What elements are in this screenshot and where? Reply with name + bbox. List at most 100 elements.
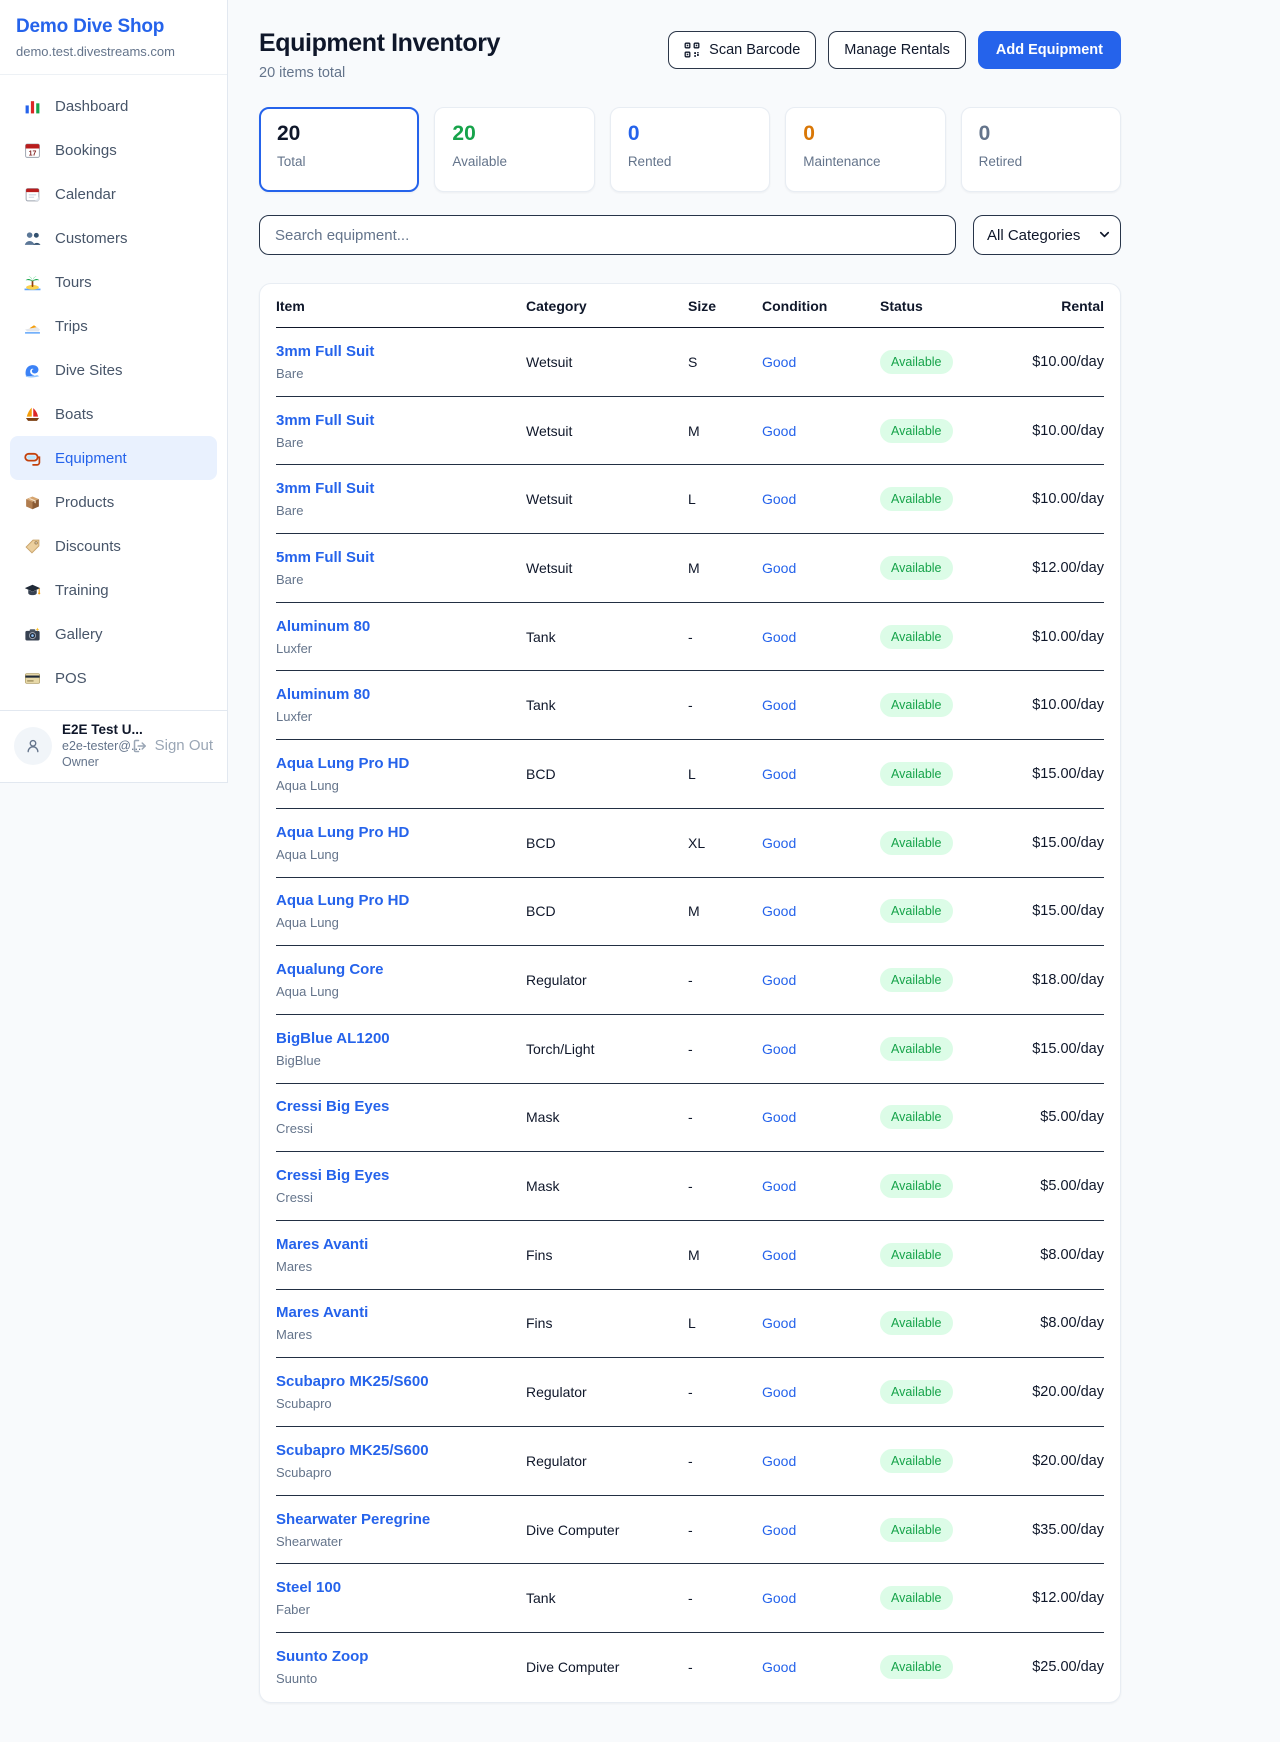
item-condition-link[interactable]: Good xyxy=(762,1315,880,1331)
user-email: e2e-tester@... xyxy=(62,739,122,753)
sidebar-item-bookings[interactable]: 17 Bookings xyxy=(10,128,217,172)
tearoff-calendar-icon xyxy=(22,184,42,204)
sidebar-item-products[interactable]: Products xyxy=(10,480,217,524)
item-condition-link[interactable]: Good xyxy=(762,560,880,576)
item-size: - xyxy=(688,1590,762,1606)
item-name-link[interactable]: Aluminum 80 xyxy=(276,686,370,703)
item-condition-link[interactable]: Good xyxy=(762,1247,880,1263)
sidebar-item-tours[interactable]: Tours xyxy=(10,260,217,304)
stat-label: Available xyxy=(452,154,576,169)
item-name-link[interactable]: Cressi Big Eyes xyxy=(276,1167,389,1184)
item-name-link[interactable]: BigBlue AL1200 xyxy=(276,1030,390,1047)
add-equipment-button[interactable]: Add Equipment xyxy=(978,31,1121,69)
item-name-link[interactable]: 5mm Full Suit xyxy=(276,549,374,566)
item-cell: Cressi Big Eyes Cressi xyxy=(276,1098,526,1136)
sign-out-button[interactable]: Sign Out xyxy=(132,737,213,754)
item-name-link[interactable]: Shearwater Peregrine xyxy=(276,1511,430,1528)
sidebar-item-training[interactable]: Training xyxy=(10,568,217,612)
people-icon xyxy=(22,228,42,248)
search-input[interactable] xyxy=(259,215,956,255)
status-badge: Available xyxy=(880,487,953,511)
item-condition-link[interactable]: Good xyxy=(762,972,880,988)
item-condition-link[interactable]: Good xyxy=(762,835,880,851)
sidebar-item-dashboard[interactable]: Dashboard xyxy=(10,84,217,128)
table-row: Aqua Lung Pro HD Aqua Lung BCD XL Good A… xyxy=(276,809,1104,878)
item-name-link[interactable]: Aluminum 80 xyxy=(276,618,370,635)
category-select[interactable]: All Categories xyxy=(973,215,1121,255)
table-row: Mares Avanti Mares Fins M Good Available… xyxy=(276,1221,1104,1290)
item-condition-link[interactable]: Good xyxy=(762,354,880,370)
status-cell: Available xyxy=(880,487,1025,511)
status-badge: Available xyxy=(880,1380,953,1404)
item-condition-link[interactable]: Good xyxy=(762,1384,880,1400)
stat-card-total[interactable]: 20 Total xyxy=(259,107,419,192)
item-condition-link[interactable]: Good xyxy=(762,1590,880,1606)
stat-card-available[interactable]: 20 Available xyxy=(434,107,594,192)
item-cell: Scubapro MK25/S600 Scubapro xyxy=(276,1373,526,1411)
item-cell: Mares Avanti Mares xyxy=(276,1304,526,1342)
sidebar-item-equipment[interactable]: Equipment xyxy=(10,436,217,480)
table-row: Cressi Big Eyes Cressi Mask - Good Avail… xyxy=(276,1152,1104,1221)
item-name-link[interactable]: 3mm Full Suit xyxy=(276,343,374,360)
item-condition-link[interactable]: Good xyxy=(762,1109,880,1125)
sidebar-item-dive-sites[interactable]: Dive Sites xyxy=(10,348,217,392)
item-condition-link[interactable]: Good xyxy=(762,697,880,713)
add-equipment-label: Add Equipment xyxy=(996,42,1103,58)
item-size: M xyxy=(688,903,762,919)
item-name-link[interactable]: Aqualung Core xyxy=(276,961,384,978)
item-condition-link[interactable]: Good xyxy=(762,1041,880,1057)
stat-card-rented[interactable]: 0 Rented xyxy=(610,107,770,192)
person-icon xyxy=(23,736,43,756)
item-name-link[interactable]: Scubapro MK25/S600 xyxy=(276,1442,429,1459)
sidebar-item-trips[interactable]: Trips xyxy=(10,304,217,348)
stat-card-maintenance[interactable]: 0 Maintenance xyxy=(785,107,945,192)
item-condition-link[interactable]: Good xyxy=(762,1522,880,1538)
item-condition-link[interactable]: Good xyxy=(762,903,880,919)
item-condition-link[interactable]: Good xyxy=(762,629,880,645)
manage-rentals-button[interactable]: Manage Rentals xyxy=(828,31,966,69)
item-cell: Aqualung Core Aqua Lung xyxy=(276,961,526,999)
sidebar-item-pos[interactable]: POS xyxy=(10,656,217,700)
sidebar-item-gallery[interactable]: Gallery xyxy=(10,612,217,656)
item-condition-link[interactable]: Good xyxy=(762,491,880,507)
item-name-link[interactable]: Mares Avanti xyxy=(276,1304,368,1321)
item-condition-link[interactable]: Good xyxy=(762,423,880,439)
item-name-link[interactable]: Aqua Lung Pro HD xyxy=(276,824,409,841)
stat-card-retired[interactable]: 0 Retired xyxy=(961,107,1121,192)
item-condition-link[interactable]: Good xyxy=(762,1453,880,1469)
credit-card-icon xyxy=(22,668,42,688)
stat-label: Maintenance xyxy=(803,154,927,169)
item-cell: Scubapro MK25/S600 Scubapro xyxy=(276,1442,526,1480)
scan-barcode-button[interactable]: Scan Barcode xyxy=(668,31,816,69)
item-name-link[interactable]: Suunto Zoop xyxy=(276,1648,368,1665)
status-badge: Available xyxy=(880,625,953,649)
sailboat-icon xyxy=(22,404,42,424)
package-icon xyxy=(22,492,42,512)
item-name-link[interactable]: 3mm Full Suit xyxy=(276,412,374,429)
item-size: - xyxy=(688,1178,762,1194)
status-cell: Available xyxy=(880,1449,1025,1473)
item-condition-link[interactable]: Good xyxy=(762,766,880,782)
item-cell: Aluminum 80 Luxfer xyxy=(276,618,526,656)
item-cell: 3mm Full Suit Bare xyxy=(276,412,526,450)
sidebar-item-customers[interactable]: Customers xyxy=(10,216,217,260)
item-condition-link[interactable]: Good xyxy=(762,1178,880,1194)
item-name-link[interactable]: Aqua Lung Pro HD xyxy=(276,755,409,772)
shop-name: Demo Dive Shop xyxy=(16,16,211,38)
sidebar-item-calendar[interactable]: Calendar xyxy=(10,172,217,216)
item-name-link[interactable]: Aqua Lung Pro HD xyxy=(276,892,409,909)
item-name-link[interactable]: 3mm Full Suit xyxy=(276,480,374,497)
item-condition-link[interactable]: Good xyxy=(762,1659,880,1675)
item-name-link[interactable]: Cressi Big Eyes xyxy=(276,1098,389,1115)
item-brand: Mares xyxy=(276,1327,526,1342)
item-name-link[interactable]: Steel 100 xyxy=(276,1579,341,1596)
sidebar-item-label: Products xyxy=(55,494,114,511)
sidebar-item-discounts[interactable]: Discounts xyxy=(10,524,217,568)
item-name-link[interactable]: Mares Avanti xyxy=(276,1236,368,1253)
sidebar-item-boats[interactable]: Boats xyxy=(10,392,217,436)
sidebar-item-label: Boats xyxy=(55,406,93,423)
column-header-category: Category xyxy=(526,298,688,314)
item-name-link[interactable]: Scubapro MK25/S600 xyxy=(276,1373,429,1390)
stat-value: 20 xyxy=(277,122,401,146)
item-brand: Mares xyxy=(276,1259,526,1274)
